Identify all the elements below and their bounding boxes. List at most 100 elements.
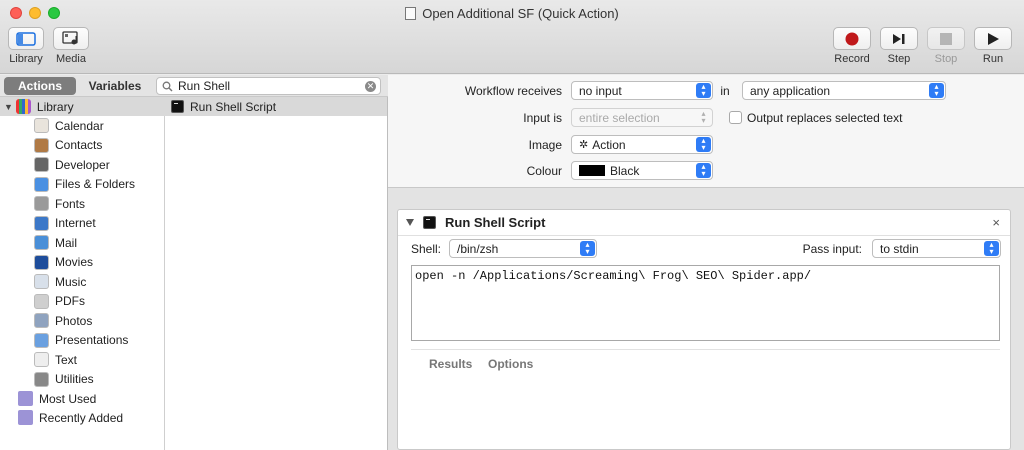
terminal-icon [171, 100, 184, 113]
action-result-label: Run Shell Script [190, 99, 277, 114]
tab-options[interactable]: Options [488, 357, 533, 371]
contacts-icon [34, 137, 49, 153]
sidebar-item-internet[interactable]: Internet [0, 214, 96, 233]
sidebar-item-utilities[interactable]: Utilities [0, 370, 94, 389]
sidebar-item-label: Fonts [55, 196, 86, 211]
shell-value: /bin/zsh [457, 241, 499, 256]
most-used-label: Most Used [39, 391, 97, 406]
close-icon[interactable]: × [992, 215, 1000, 230]
sidebar-item-contacts[interactable]: Contacts [0, 136, 102, 155]
colour-value: Black [610, 163, 640, 178]
media-icon [62, 31, 78, 45]
action-list: Run Shell Script [165, 97, 388, 450]
window-title-text: Open Additional SF (Quick Action) [422, 6, 619, 21]
sidebar-item-movies[interactable]: Movies [0, 253, 93, 272]
pass-input-select[interactable]: to stdin ▴ ▾ [872, 239, 1001, 258]
image-value: Action [592, 137, 626, 152]
list-item[interactable]: Run Shell Script [165, 97, 387, 116]
sidebar-item-fonts[interactable]: Fonts [0, 194, 85, 213]
output-replaces-checkbox[interactable] [729, 111, 742, 124]
play-icon [988, 32, 999, 45]
finder-icon [34, 176, 49, 192]
library-button[interactable] [8, 27, 44, 50]
chevron-updown-icon: ▴ ▾ [696, 163, 711, 178]
clear-search-icon[interactable]: ✕ [365, 81, 376, 92]
media-button[interactable] [53, 27, 89, 50]
image-select[interactable]: ✲ Action ▴ ▾ [571, 135, 713, 154]
sidebar-item-label: Files & Folders [55, 177, 136, 191]
colour-swatch [579, 165, 605, 176]
pdf-icon [34, 293, 49, 309]
search-field[interactable]: Run Shell ✕ [156, 77, 381, 95]
sidebar-item-calendar[interactable]: Calendar [0, 116, 104, 135]
record-button[interactable] [833, 27, 871, 50]
stop-icon [940, 32, 952, 45]
tab-variables[interactable]: Variables [80, 77, 150, 95]
workflow-receives-label: Workflow receives [464, 84, 562, 98]
sidebar-item-label: PDFs [55, 294, 85, 308]
gear-icon: ✲ [579, 139, 589, 151]
sidebar-item-label: Text [55, 352, 78, 367]
step-button[interactable] [880, 27, 918, 50]
chevron-updown-icon: ▴ ▾ [984, 241, 999, 256]
record-button-label: Record [834, 53, 870, 65]
mail-icon [34, 235, 49, 250]
colour-select[interactable]: Black ▴ ▾ [571, 161, 713, 180]
application-select[interactable]: any application ▴ ▾ [742, 81, 946, 100]
calendar-icon [34, 118, 49, 133]
workflow-receives-select[interactable]: no input ▴ ▾ [571, 81, 713, 100]
sidebar-item-developer[interactable]: Developer [0, 155, 110, 174]
terminal-icon [423, 216, 436, 229]
photos-icon [34, 313, 49, 328]
sidebar-item-label: Internet [55, 216, 96, 230]
sidebar-item-pdfs[interactable]: PDFs [0, 292, 85, 311]
search-icon [162, 81, 173, 92]
script-editor[interactable]: open -n /Applications/Screaming\ Frog\ S… [411, 265, 1000, 341]
sidebar-item-recently-added[interactable]: Recently Added [0, 408, 123, 427]
tab-actions[interactable]: Actions [4, 77, 76, 95]
media-button-label: Media [56, 53, 86, 65]
tab-results[interactable]: Results [429, 357, 472, 371]
sidebar-item-photos[interactable]: Photos [0, 311, 92, 330]
sidebar-item-most-used[interactable]: Most Used [0, 389, 96, 408]
smart-folder-icon [18, 410, 33, 425]
sidebar-item-music[interactable]: Music [0, 272, 86, 291]
step-button-label: Step [887, 53, 911, 65]
sidebar-item-label: Movies [55, 255, 94, 269]
shell-select[interactable]: /bin/zsh ▴ ▾ [449, 239, 597, 258]
sidebar-item-text[interactable]: Text [0, 350, 77, 369]
fonts-icon [34, 196, 49, 211]
music-icon [34, 274, 49, 289]
sidebar-item-files-folders[interactable]: Files & Folders [0, 175, 135, 194]
chevron-updown-icon: ▴ ▾ [929, 83, 944, 98]
stop-button-label: Stop [934, 53, 958, 65]
library-icon [15, 99, 31, 114]
stop-button[interactable] [927, 27, 965, 50]
sidebar-item-label: Photos [55, 313, 93, 328]
window-toolbar: Open Additional SF (Quick Action) Librar… [0, 0, 1024, 74]
step-icon [893, 33, 905, 44]
workflow-area: Workflow receives no input ▴ ▾ in any app… [388, 75, 1024, 450]
library-root-label: Library [36, 99, 74, 114]
input-is-label: Input is [523, 111, 562, 125]
document-icon [405, 7, 417, 20]
run-button[interactable] [974, 27, 1012, 50]
run-shell-script-action: Run Shell Script × Shell: /bin/zsh ▴ ▾ Pa… [397, 209, 1011, 450]
sidebar-item-presentations[interactable]: Presentations [0, 331, 128, 350]
output-replaces-label: Output replaces selected text [747, 111, 903, 125]
chevron-updown-icon: ▴ ▾ [580, 241, 595, 256]
disclosure-triangle-icon[interactable]: ▼ [4, 102, 13, 112]
action-divider [411, 349, 1000, 350]
disclosure-triangle-icon[interactable] [406, 219, 414, 226]
in-label: in [720, 84, 730, 98]
library-header: Actions Variables Run Shell ✕ [0, 75, 388, 97]
quicktime-icon [34, 254, 49, 270]
library-root[interactable]: ▼ Library [0, 97, 165, 116]
input-is-select[interactable]: entire selection ▴ ▾ [571, 108, 713, 127]
input-is-value: entire selection [579, 110, 660, 125]
sidebar-item-mail[interactable]: Mail [0, 233, 77, 252]
search-input[interactable]: Run Shell [178, 79, 230, 93]
image-label: Image [528, 138, 562, 152]
sidebar-item-label: Calendar [55, 118, 104, 133]
recently-added-label: Recently Added [39, 410, 124, 425]
